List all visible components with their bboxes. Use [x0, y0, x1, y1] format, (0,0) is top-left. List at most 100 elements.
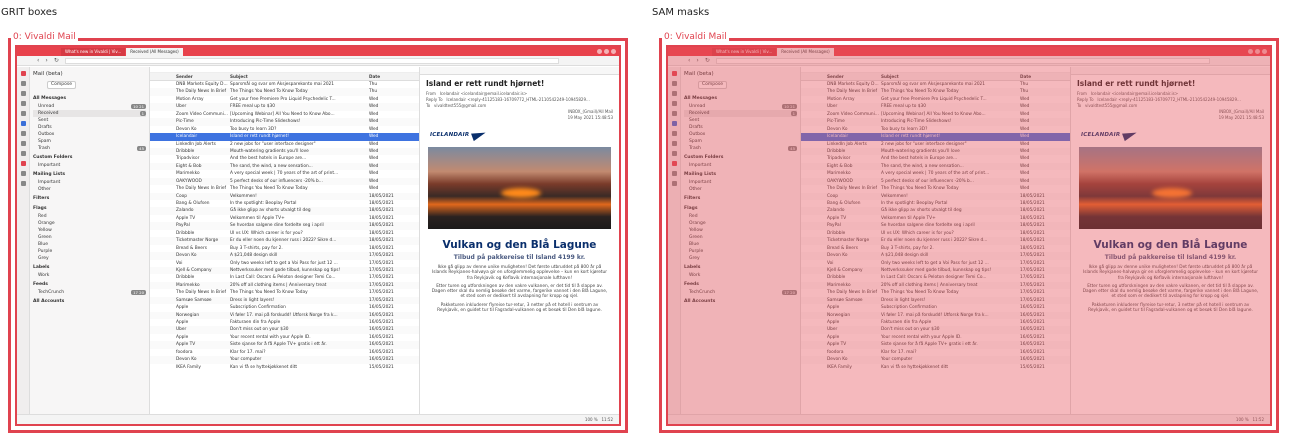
message-row[interactable]: Devon Ko A $21,048 design skill 17/05/2021 [801, 252, 1070, 260]
message-row[interactable]: Apple Subscription Confirmation 16/05/2021 [801, 304, 1070, 311]
folder-item[interactable]: Unread 10 21 [684, 103, 797, 110]
message-row[interactable]: Marimekko 20% off all clothing items | An… [801, 281, 1070, 290]
message-row[interactable]: Icelandair Island er rett rundt hjørnet! W… [801, 133, 1070, 141]
custom-folder-item[interactable]: Important [684, 162, 797, 169]
flags-heading[interactable]: Flags [33, 205, 146, 213]
message-row[interactable]: Zalando Gå ikke glipp av shorts utvalgt t… [801, 207, 1070, 215]
message-row[interactable]: The Daily News In Brief The Things You Ne… [801, 88, 1070, 96]
flag-item[interactable]: Blue [33, 241, 146, 248]
minimize-icon[interactable] [1248, 49, 1253, 54]
to-address[interactable]: vivaldtest555@gmail.com [1085, 103, 1137, 108]
close-icon[interactable] [1262, 49, 1267, 54]
all-messages-heading[interactable]: All Messages [684, 95, 797, 103]
message-row[interactable]: Pic-Time Introducing Pic-Time Slideshows!… [801, 118, 1070, 126]
message-row[interactable]: foodora Klar for 17. mai? 16/05/2021 [150, 349, 419, 356]
all-accounts-heading[interactable]: All Accounts [33, 298, 146, 306]
tab-received[interactable]: Received (All Messages) [777, 48, 834, 56]
reply-address[interactable]: Icelandair <reply-41125183-16709772_HTML… [1097, 97, 1240, 102]
message-row[interactable]: Devon Ko A $21,048 design skill 17/05/2021 [150, 252, 419, 260]
all-accounts-heading[interactable]: All Accounts [684, 298, 797, 306]
custom-folders-heading[interactable]: Custom Folders [684, 154, 797, 162]
folder-item[interactable]: Received 1 [33, 110, 146, 117]
downloads-icon[interactable] [671, 81, 677, 86]
label-item[interactable]: Work [33, 272, 146, 279]
vivaldi-icon[interactable] [671, 161, 677, 166]
message-row[interactable]: Dribbble In Last Call: Oscars & Peloton d… [801, 274, 1070, 281]
flag-item[interactable]: Orange [684, 220, 797, 227]
message-row[interactable]: Icelandair Island er rett rundt hjørnet! W… [150, 133, 419, 141]
message-row[interactable]: Eight & Bob The sand, the wind, a new sen… [150, 162, 419, 171]
to-address[interactable]: vivaldtest555@gmail.com [434, 103, 486, 108]
message-row[interactable]: The Daily News In Brief The Things You Ne… [801, 185, 1070, 192]
message-row[interactable]: Kjell & Company Nettverkssuker med gode t… [150, 266, 419, 275]
from-address[interactable]: Icelandair <icelandair@email.icelandair.… [440, 91, 527, 96]
message-row[interactable]: Bread & Beers Buy 3 T-shirts, pay for 2. 1… [801, 245, 1070, 252]
feeds-heading[interactable]: Feeds [684, 281, 797, 289]
message-row[interactable]: PayPal Se hvordan salgene dine fordelte s… [801, 222, 1070, 230]
notes-icon[interactable] [20, 91, 26, 96]
flag-item[interactable]: Blue [684, 241, 797, 248]
folder-item[interactable]: Spam [684, 138, 797, 145]
message-row[interactable]: Uber FREE meal up to $30 Wed [801, 103, 1070, 111]
feeds-icon[interactable] [671, 151, 677, 156]
promo-subhead[interactable]: Tilbud på pakkereise til Island 4199 kr. [1071, 254, 1270, 261]
window-icon[interactable] [671, 111, 677, 116]
message-row[interactable]: LinkedIn Job Alerts 2 new jobs for "user … [150, 141, 419, 148]
compose-button[interactable]: Compose [698, 81, 728, 89]
feeds-icon[interactable] [20, 151, 26, 156]
feed-item[interactable]: TechCrunch 17 20 [684, 289, 797, 296]
message-row[interactable]: Pic-Time Introducing Pic-Time Slideshows!… [150, 118, 419, 126]
reload-icon[interactable]: ↻ [705, 57, 710, 64]
message-row[interactable]: The Daily News In Brief The Things You Ne… [150, 88, 419, 96]
folder-item[interactable]: Sent [684, 117, 797, 124]
message-row[interactable]: Uber FREE meal up to $30 Wed [150, 103, 419, 111]
wikipedia-icon[interactable] [20, 171, 26, 176]
address-field[interactable] [715, 57, 1210, 64]
message-row[interactable]: Kjell & Company Nettverkssuker med gode t… [801, 266, 1070, 275]
message-row[interactable]: Apple Fakturaen din fra Apple 16/05/2021 [150, 319, 419, 326]
mailing-list-item[interactable]: Important [33, 179, 146, 186]
message-row[interactable]: Dribbble UI vs UX: Which career is for yo… [801, 230, 1070, 237]
minimize-icon[interactable] [597, 49, 602, 54]
message-row[interactable]: Voi Only two weeks left to get a Voi Pass… [801, 260, 1070, 267]
add-panel-icon[interactable] [671, 181, 677, 186]
message-row[interactable]: Apple TV Siste sjanse for å få Apple TV+ … [801, 341, 1070, 349]
bookmarks-icon[interactable] [20, 71, 26, 76]
message-row[interactable]: OAKYWOOD 5 perfect desks of our influence… [801, 177, 1070, 186]
folder-item[interactable]: Drafts [33, 124, 146, 131]
wikipedia-icon[interactable] [671, 171, 677, 176]
maximize-icon[interactable] [1255, 49, 1260, 54]
message-row[interactable]: Ticketmaster Norge Er du eller noen du kj… [150, 237, 419, 245]
feeds-heading[interactable]: Feeds [33, 281, 146, 289]
message-row[interactable]: Uber Don't miss out on your $30 16/05/2021 [801, 326, 1070, 334]
folder-item[interactable]: Received 1 [684, 110, 797, 117]
window-icon[interactable] [20, 111, 26, 116]
reply-address[interactable]: Icelandair <reply-41125183-16709772_HTML… [446, 97, 589, 102]
notes-icon[interactable] [671, 91, 677, 96]
reload-icon[interactable]: ↻ [54, 57, 59, 64]
message-row[interactable]: The Daily News In Brief The Things You Ne… [801, 289, 1070, 296]
folder-item[interactable]: Sent [33, 117, 146, 124]
contacts-icon[interactable] [20, 131, 26, 136]
compose-button[interactable]: Compose [47, 81, 77, 89]
message-row[interactable]: Dribbble Mouth-watering gradients you'll … [801, 147, 1070, 156]
flag-item[interactable]: Grey [684, 255, 797, 262]
from-address[interactable]: Icelandair <icelandair@email.icelandair.… [1091, 91, 1178, 96]
message-row[interactable]: Apple Your recent rental with your Apple … [150, 334, 419, 341]
bookmarks-icon[interactable] [671, 71, 677, 76]
message-row[interactable]: Apple Your recent rental with your Apple … [801, 334, 1070, 341]
folder-item[interactable]: Drafts [684, 124, 797, 131]
back-icon[interactable]: ‹ [37, 57, 39, 64]
flag-item[interactable]: Yellow [33, 227, 146, 234]
subject-column-header[interactable]: Subject [881, 73, 1016, 80]
message-row[interactable]: Zoom Video Communi... [Upcoming Webinar] … [150, 111, 419, 118]
sender-column-header[interactable]: Sender [150, 73, 230, 80]
flags-heading[interactable]: Flags [684, 205, 797, 213]
message-row[interactable]: Uber Don't miss out on your $30 16/05/2021 [150, 326, 419, 334]
mailing-lists-heading[interactable]: Mailing Lists [684, 171, 797, 179]
add-panel-icon[interactable] [20, 181, 26, 186]
message-row[interactable]: Marimekko A very special week | 70 years … [150, 170, 419, 177]
message-row[interactable]: Samsøe Samsøe Dress in light layers! 17/05… [150, 296, 419, 305]
message-row[interactable]: Devon Ko Too busy to learn 3D? Wed [150, 126, 419, 133]
history-icon[interactable] [20, 101, 26, 106]
